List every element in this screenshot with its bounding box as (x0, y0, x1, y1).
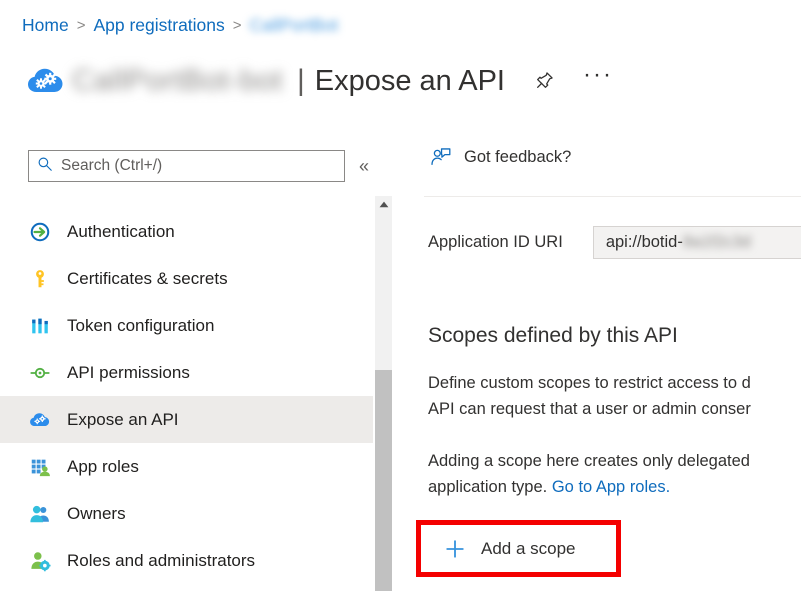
sidebar-item-owners[interactable]: Owners (0, 490, 373, 537)
application-id-uri-value: api://botid- (606, 233, 683, 252)
title-separator: | (297, 64, 305, 98)
sidebar-item-token-configuration[interactable]: Token configuration (0, 302, 373, 349)
search-input[interactable] (28, 150, 345, 182)
got-feedback-label: Got feedback? (464, 148, 571, 167)
add-a-scope-button[interactable]: Add a scope (423, 527, 614, 570)
owners-icon (28, 502, 52, 526)
sidebar-item-label: Owners (67, 504, 126, 524)
pin-icon[interactable] (529, 66, 559, 96)
sidebar-item-api-permissions[interactable]: API permissions (0, 349, 373, 396)
scopes-note-paragraph: Adding a scope here creates only delegat… (428, 448, 801, 500)
sidebar-item-expose-an-api[interactable]: Expose an API (0, 396, 373, 443)
sidebar-item-label: Roles and administrators (67, 551, 255, 571)
breadcrumb-item-home[interactable]: Home (22, 15, 69, 36)
breadcrumb: Home > App registrations > CallPortBot (22, 12, 338, 38)
page-title-app-name: CallPortBot-bot (72, 64, 283, 98)
go-to-app-roles-link[interactable]: Go to App roles. (552, 478, 670, 496)
sidebar-scrollbar[interactable] (375, 196, 392, 591)
ellipsis-icon[interactable]: ··· (583, 60, 613, 102)
page-title: Expose an API (315, 65, 505, 98)
roles-admins-icon (28, 549, 52, 573)
application-id-uri-row: Application ID URI api://botid- 8a1f2c3d (428, 226, 801, 259)
sidebar: « Authentication (0, 130, 392, 591)
scopes-section-heading: Scopes defined by this API (428, 324, 678, 348)
application-id-uri-field[interactable]: api://botid- 8a1f2c3d (593, 226, 801, 259)
breadcrumb-item-app-name[interactable]: CallPortBot (250, 15, 339, 36)
application-id-uri-value-blurred: 8a1f2c3d (683, 233, 751, 252)
sidebar-nav-list: Authentication Certificates & secrets (0, 208, 373, 584)
api-permissions-icon (28, 361, 52, 385)
got-feedback-button[interactable]: Got feedback? (430, 146, 571, 168)
search-icon (37, 156, 53, 177)
content-pane: Got feedback? Application ID URI api://b… (392, 130, 801, 591)
sidebar-item-label: Certificates & secrets (67, 269, 228, 289)
application-id-uri-label: Application ID URI (428, 233, 563, 252)
scrollbar-thumb[interactable] (375, 370, 392, 591)
feedback-person-icon (430, 146, 452, 168)
app-roles-icon (28, 455, 52, 479)
sidebar-item-label: Authentication (67, 222, 175, 242)
key-icon (28, 267, 52, 291)
cloud-gears-icon (28, 408, 52, 432)
breadcrumb-separator: > (233, 17, 242, 34)
sidebar-item-authentication[interactable]: Authentication (0, 208, 373, 255)
scopes-note-line-2-prefix: application type. (428, 478, 552, 496)
scopes-description-line-1: Define custom scopes to restrict access … (428, 374, 751, 392)
collapse-sidebar-icon[interactable]: « (359, 157, 369, 175)
sidebar-item-label: API permissions (67, 363, 190, 383)
sidebar-item-label: App roles (67, 457, 139, 477)
token-bars-icon (28, 314, 52, 338)
sidebar-item-label: Token configuration (67, 316, 214, 336)
azure-portal-expose-an-api-page: Home > App registrations > CallPortBot (0, 0, 801, 591)
breadcrumb-separator: > (77, 17, 86, 34)
scopes-note-line-1: Adding a scope here creates only delegat… (428, 452, 750, 470)
sidebar-item-app-roles[interactable]: App roles (0, 443, 373, 490)
authentication-icon (28, 220, 52, 244)
sidebar-item-label: Expose an API (67, 410, 179, 430)
sidebar-item-roles-and-administrators[interactable]: Roles and administrators (0, 537, 373, 584)
scopes-description-line-2: API can request that a user or admin con… (428, 400, 751, 418)
scopes-description-paragraph: Define custom scopes to restrict access … (428, 370, 801, 422)
breadcrumb-item-app-registrations[interactable]: App registrations (93, 15, 224, 36)
add-a-scope-label: Add a scope (481, 539, 576, 559)
search-field[interactable] (53, 156, 336, 176)
cloud-gears-icon (26, 61, 66, 101)
sidebar-item-certificates-secrets[interactable]: Certificates & secrets (0, 255, 373, 302)
plus-icon (443, 537, 467, 561)
page-header: CallPortBot-bot | Expose an API ··· (26, 55, 613, 107)
chevron-up-icon[interactable] (375, 196, 392, 213)
toolbar-divider (424, 196, 801, 197)
sidebar-search-row: « (28, 150, 369, 182)
